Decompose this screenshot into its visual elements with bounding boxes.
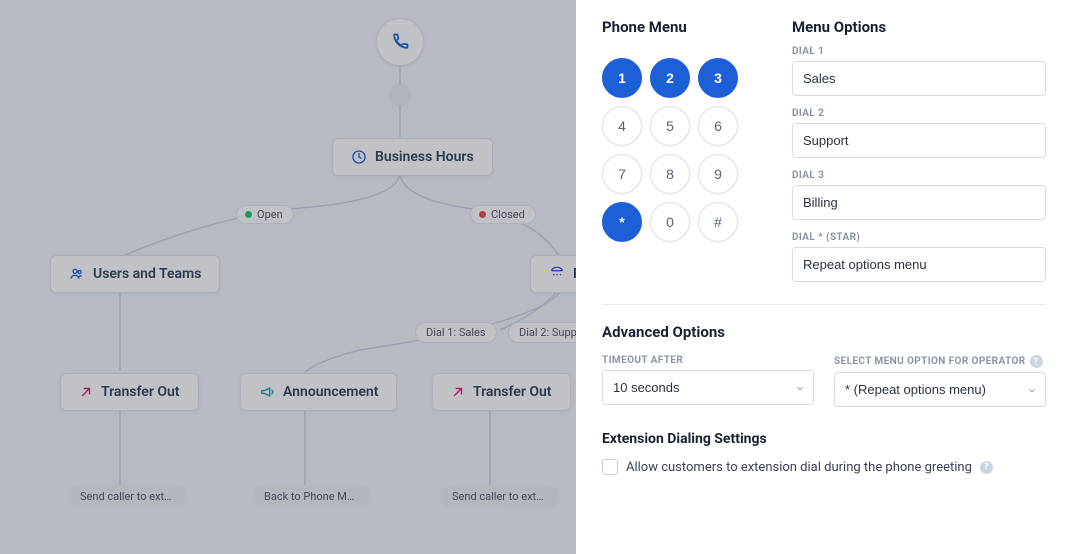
edge-label-dial1: Dial 1: Sales — [415, 322, 497, 343]
dot-icon — [245, 211, 252, 218]
terminal-pill[interactable]: Send caller to exter… — [68, 485, 188, 508]
divider — [602, 304, 1046, 305]
field-label: DIAL 3 — [792, 170, 1046, 181]
node-label: Transfer Out — [473, 384, 552, 400]
dial-key-9[interactable]: 9 — [698, 154, 738, 194]
dial-key-5[interactable]: 5 — [650, 106, 690, 146]
field-label: DIAL * (STAR) — [792, 232, 1046, 243]
option-field: DIAL 2 — [792, 108, 1046, 158]
checkbox-label: Allow customers to extension dial during… — [626, 460, 972, 475]
node-phone-menu-partial[interactable]: P — [530, 255, 576, 293]
operator-select[interactable] — [834, 372, 1046, 407]
terminal-pill[interactable]: Send caller to exter… — [440, 485, 560, 508]
dial-key-7[interactable]: 7 — [602, 154, 642, 194]
root-node[interactable] — [376, 18, 424, 66]
field-label: SELECT MENU OPTION FOR OPERATOR ? — [834, 355, 1046, 368]
settings-panel: Phone Menu 1 2 3 4 5 6 7 8 9 * 0 # Menu … — [576, 0, 1072, 554]
dial-star-input[interactable] — [792, 247, 1046, 282]
info-icon[interactable]: ? — [1030, 355, 1043, 368]
option-field: DIAL * (STAR) — [792, 232, 1046, 282]
status-open: Open — [236, 205, 294, 224]
extension-dial-checkbox[interactable] — [602, 459, 618, 475]
phone-menu-icon — [549, 266, 565, 282]
dial-key-2[interactable]: 2 — [650, 58, 690, 98]
dot-icon — [479, 211, 486, 218]
status-closed: Closed — [470, 205, 536, 224]
node-business-hours[interactable]: Business Hours — [332, 138, 493, 176]
clock-icon — [351, 149, 367, 165]
heading-extension: Extension Dialing Settings — [602, 431, 1046, 447]
megaphone-icon — [259, 384, 275, 400]
field-label: DIAL 2 — [792, 108, 1046, 119]
heading-phone-menu: Phone Menu — [602, 18, 762, 36]
arrow-out-icon — [451, 385, 465, 399]
arrow-out-icon — [79, 385, 93, 399]
node-label: P — [573, 266, 576, 282]
field-label: DIAL 1 — [792, 46, 1046, 57]
heading-menu-options: Menu Options — [792, 18, 1046, 36]
heading-advanced: Advanced Options — [602, 323, 1046, 341]
dial-key-8[interactable]: 8 — [650, 154, 690, 194]
timeout-select[interactable] — [602, 370, 814, 405]
flow-canvas[interactable]: Business Hours Open Closed Users and Tea… — [0, 0, 576, 554]
dial-key-4[interactable]: 4 — [602, 106, 642, 146]
node-label: Transfer Out — [101, 384, 180, 400]
users-icon — [69, 266, 85, 282]
node-label: Announcement — [283, 384, 378, 400]
info-icon[interactable]: ? — [980, 461, 993, 474]
option-field: DIAL 3 — [792, 170, 1046, 220]
node-transfer-out-2[interactable]: Transfer Out — [432, 373, 571, 411]
dial-key-0[interactable]: 0 — [650, 202, 690, 242]
edge-label-dial2: Dial 2: Support — [508, 322, 576, 343]
option-field: DIAL 1 — [792, 46, 1046, 96]
node-transfer-out-1[interactable]: Transfer Out — [60, 373, 199, 411]
dial-key-star[interactable]: * — [602, 202, 642, 242]
terminal-pill[interactable]: Back to Phone Menu — [252, 485, 372, 508]
node-label: Business Hours — [375, 149, 474, 165]
dial-key-3[interactable]: 3 — [698, 58, 738, 98]
link-handle[interactable] — [389, 84, 411, 106]
dial-key-pound[interactable]: # — [698, 202, 738, 242]
node-users-teams[interactable]: Users and Teams — [50, 255, 220, 293]
dial-key-1[interactable]: 1 — [602, 58, 642, 98]
dial-1-input[interactable] — [792, 61, 1046, 96]
field-label: TIMEOUT AFTER — [602, 355, 814, 366]
dial-2-input[interactable] — [792, 123, 1046, 158]
dialpad: 1 2 3 4 5 6 7 8 9 * 0 # — [602, 58, 762, 242]
dial-3-input[interactable] — [792, 185, 1046, 220]
node-announcement[interactable]: Announcement — [240, 373, 397, 411]
node-label: Users and Teams — [93, 266, 201, 282]
phone-icon — [390, 32, 410, 52]
dial-key-6[interactable]: 6 — [698, 106, 738, 146]
